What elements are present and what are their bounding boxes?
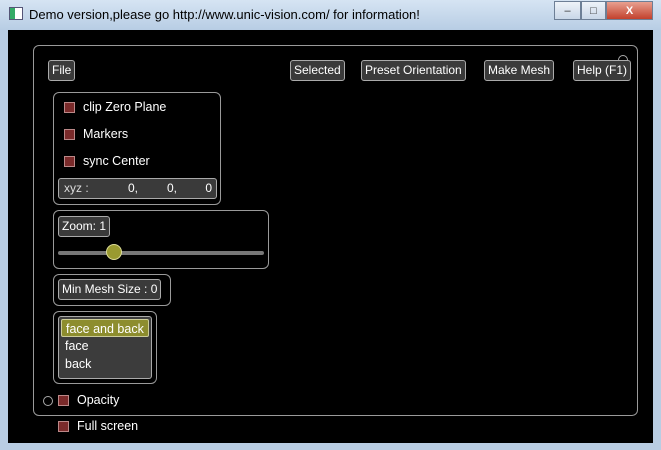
face-list[interactable]: face and back face back: [58, 316, 152, 379]
checkbox-icon: [58, 394, 69, 406]
clip-zero-plane-checkbox[interactable]: clip Zero Plane: [64, 100, 166, 114]
markers-checkbox[interactable]: Markers: [64, 127, 128, 141]
label: Full screen: [77, 419, 139, 433]
face-option-face-and-back[interactable]: face and back: [61, 319, 149, 337]
z-value: 0: [205, 181, 212, 195]
selected-button[interactable]: Selected: [290, 60, 345, 81]
minimize-button[interactable]: –: [554, 1, 581, 20]
help-button[interactable]: Help (F1): [573, 60, 632, 81]
min-mesh-size-field[interactable]: Min Mesh Size : 0: [58, 279, 162, 300]
make-mesh-button[interactable]: Make Mesh: [484, 60, 555, 81]
app-icon: [9, 7, 23, 20]
title-bar: Demo version,please go http://www.unic-v…: [0, 0, 661, 30]
checkbox-icon: [64, 101, 75, 113]
checkbox-icon: [58, 420, 69, 432]
checkbox-icon: [64, 155, 75, 167]
label: clip Zero Plane: [83, 100, 167, 114]
sync-center-checkbox[interactable]: sync Center: [64, 154, 150, 168]
zoom-slider-track[interactable]: [58, 251, 264, 255]
label: sync Center: [83, 154, 150, 168]
zoom-slider-knob[interactable]: [105, 244, 122, 260]
face-option-face[interactable]: face: [61, 337, 149, 355]
y-value: 0,: [167, 181, 178, 195]
preset-orientation-button[interactable]: Preset Orientation: [361, 60, 466, 81]
xyz-label: xyz :: [64, 181, 89, 195]
xyz-field[interactable]: xyz : 0, 0, 0: [58, 178, 217, 199]
x-value: 0,: [128, 181, 139, 195]
viewport[interactable]: File Selected Preset Orientation Make Me…: [8, 30, 653, 443]
checkbox-icon: [64, 128, 75, 140]
face-option-back[interactable]: back: [61, 355, 149, 373]
maximize-button[interactable]: □: [581, 1, 606, 20]
close-button[interactable]: X: [606, 1, 653, 20]
opacity-handle-icon[interactable]: [43, 396, 53, 406]
file-button[interactable]: File: [48, 60, 76, 81]
label: Opacity: [77, 393, 120, 407]
zoom-label: Zoom: 1: [58, 216, 111, 237]
opacity-checkbox[interactable]: Opacity: [58, 393, 119, 407]
window-title: Demo version,please go http://www.unic-v…: [29, 7, 420, 22]
label: Markers: [83, 127, 129, 141]
full-screen-checkbox[interactable]: Full screen: [58, 419, 138, 433]
